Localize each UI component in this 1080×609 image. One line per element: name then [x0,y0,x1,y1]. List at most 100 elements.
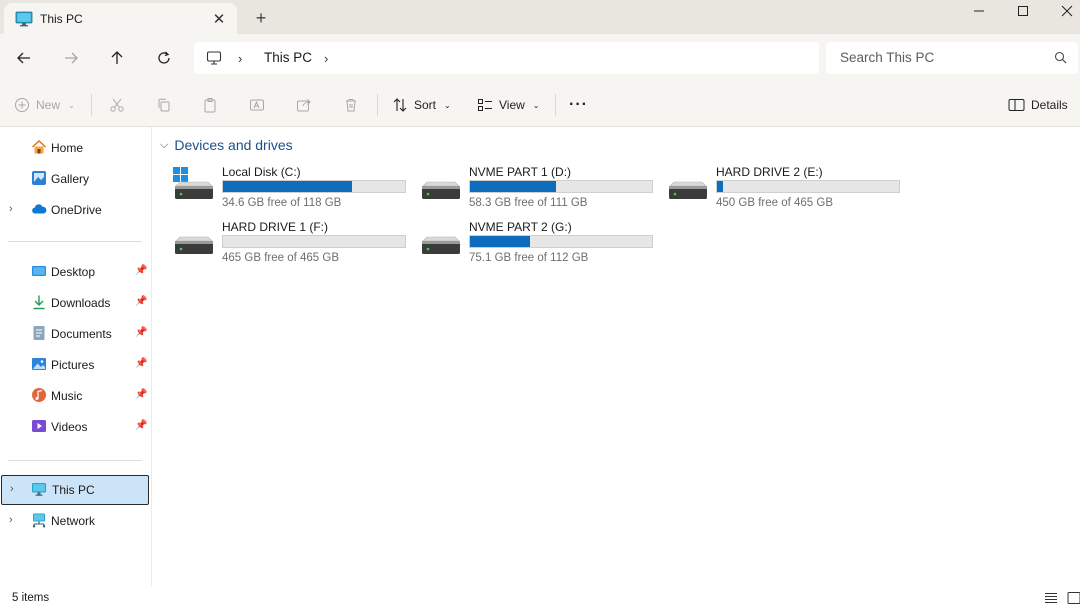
sidebar-item-home[interactable]: Home [0,133,152,163]
group-header-devices[interactable]: ⌵ Devices and drives [160,137,293,153]
close-icon[interactable]: ✕ [209,9,229,29]
refresh-icon [158,51,170,64]
drive-usage-fill [470,181,557,192]
drive-tile[interactable]: NVME PART 1 (D:) 58.3 GB free of 111 GB [419,163,659,211]
sidebar-item-label: Downloads [51,296,111,310]
sidebar-item-music[interactable]: Music 📌 [0,381,152,411]
drive-free-space: 450 GB free of 465 GB [716,197,833,209]
share-button[interactable] [296,94,312,116]
forward-button[interactable] [58,46,84,70]
drive-tile[interactable]: Local Disk (C:) 34.6 GB free of 118 GB [172,163,412,211]
chevron-right-icon[interactable]: › [9,514,13,526]
chevron-down-icon[interactable]: ⌵ [160,139,168,152]
sidebar-divider [8,241,142,242]
sidebar-item-network[interactable]: › Network [0,506,152,536]
breadcrumb-this-pc[interactable]: This PC [264,50,312,65]
plus-circle-icon [15,98,29,112]
tiles-view-icon[interactable] [1066,591,1080,605]
rename-button[interactable] [249,94,265,116]
gallery-icon [32,171,46,185]
pin-icon[interactable]: 📌 [135,420,147,431]
hard-drive-icon [422,236,460,254]
details-view-icon[interactable] [1043,591,1059,605]
network-icon [32,513,46,528]
scissors-icon [110,98,124,112]
pin-icon[interactable]: 📌 [135,265,147,276]
maximize-button[interactable] [1001,0,1045,22]
chevron-right-icon[interactable]: › [10,483,14,495]
new-tab-button[interactable]: + [250,7,272,29]
trash-icon [346,99,356,112]
sidebar-item-downloads[interactable]: Downloads 📌 [0,288,152,318]
onedrive-cloud-icon [32,204,47,214]
pin-icon[interactable]: 📌 [135,389,147,400]
drive-free-space: 465 GB free of 465 GB [222,252,339,264]
sort-label: Sort [414,98,437,112]
view-button[interactable]: View ⌄ [477,94,540,116]
group-title: Devices and drives [174,137,293,153]
command-bar: New ⌄ Sort ⌄ View ⌄ ··· Details [0,82,1080,127]
sort-button[interactable]: Sort ⌄ [392,94,451,116]
drive-usage-fill [223,181,352,192]
refresh-button[interactable] [151,46,177,70]
sidebar-divider [8,460,142,461]
pin-icon[interactable]: 📌 [135,358,147,369]
home-icon [31,139,47,154]
drive-usage-bar [222,180,406,193]
sidebar-item-desktop[interactable]: Desktop 📌 [0,257,152,287]
arrow-up-icon [111,51,123,64]
pictures-icon [32,358,46,370]
drive-free-space: 58.3 GB free of 111 GB [469,197,588,209]
drive-name: Local Disk (C:) [222,165,301,179]
sidebar-item-gallery[interactable]: Gallery [0,164,152,194]
window-close-button[interactable] [1045,0,1080,22]
arrow-right-icon [65,52,78,64]
sidebar-item-label: Network [51,514,96,528]
pin-icon[interactable]: 📌 [135,296,147,307]
drive-tile[interactable]: NVME PART 2 (G:) 75.1 GB free of 112 GB [419,218,659,266]
address-bar[interactable]: › This PC › [194,42,819,74]
maximize-icon [1018,6,1028,16]
sidebar-item-pictures[interactable]: Pictures 📌 [0,350,152,380]
sort-icon [393,98,407,112]
delete-button[interactable] [343,94,359,116]
search-input[interactable]: Search This PC [840,50,934,65]
paste-icon [204,98,216,113]
new-button[interactable]: New ⌄ [14,94,75,116]
more-icon: ··· [569,96,588,113]
pin-icon[interactable]: 📌 [135,327,147,338]
sidebar-item-this-pc[interactable]: › This PC [1,475,149,505]
more-options-button[interactable]: ··· [569,94,588,116]
search-box[interactable]: Search This PC [826,42,1078,74]
up-button[interactable] [104,46,130,70]
sidebar-item-onedrive[interactable]: › OneDrive [0,195,152,225]
sidebar-item-label: Pictures [51,358,95,372]
cut-button[interactable] [109,94,125,116]
content-pane: ⌵ Devices and drives Local Disk (C:) 34.6… [152,127,1080,587]
tab-this-pc[interactable]: This PC ✕ [4,3,237,35]
sidebar-item-documents[interactable]: Documents 📌 [0,319,152,349]
divider [91,94,92,116]
address-row: › This PC › Search This PC [0,34,1080,82]
drive-tile[interactable]: HARD DRIVE 2 (E:) 450 GB free of 465 GB [666,163,906,211]
chevron-right-icon[interactable]: › [324,51,328,66]
chevron-right-icon[interactable]: › [238,51,242,66]
search-icon [1054,51,1067,64]
new-label: New [36,98,61,112]
videos-icon [32,420,46,432]
back-button[interactable] [11,46,37,70]
details-button[interactable]: Details [1008,94,1068,116]
drive-tile[interactable]: HARD DRIVE 1 (F:) 465 GB free of 465 GB [172,218,412,266]
drive-free-space: 34.6 GB free of 118 GB [222,197,342,209]
computer-icon [206,51,222,65]
hard-drive-icon [175,236,213,254]
minimize-button[interactable] [957,0,1001,22]
paste-button[interactable] [202,94,218,116]
chevron-right-icon[interactable]: › [9,203,13,215]
sidebar-item-videos[interactable]: Videos 📌 [0,412,152,442]
chevron-down-icon: ⌄ [532,100,540,110]
rename-icon [250,99,264,111]
copy-button[interactable] [156,94,172,116]
drive-usage-fill [470,236,530,247]
arrow-left-icon [17,52,30,64]
